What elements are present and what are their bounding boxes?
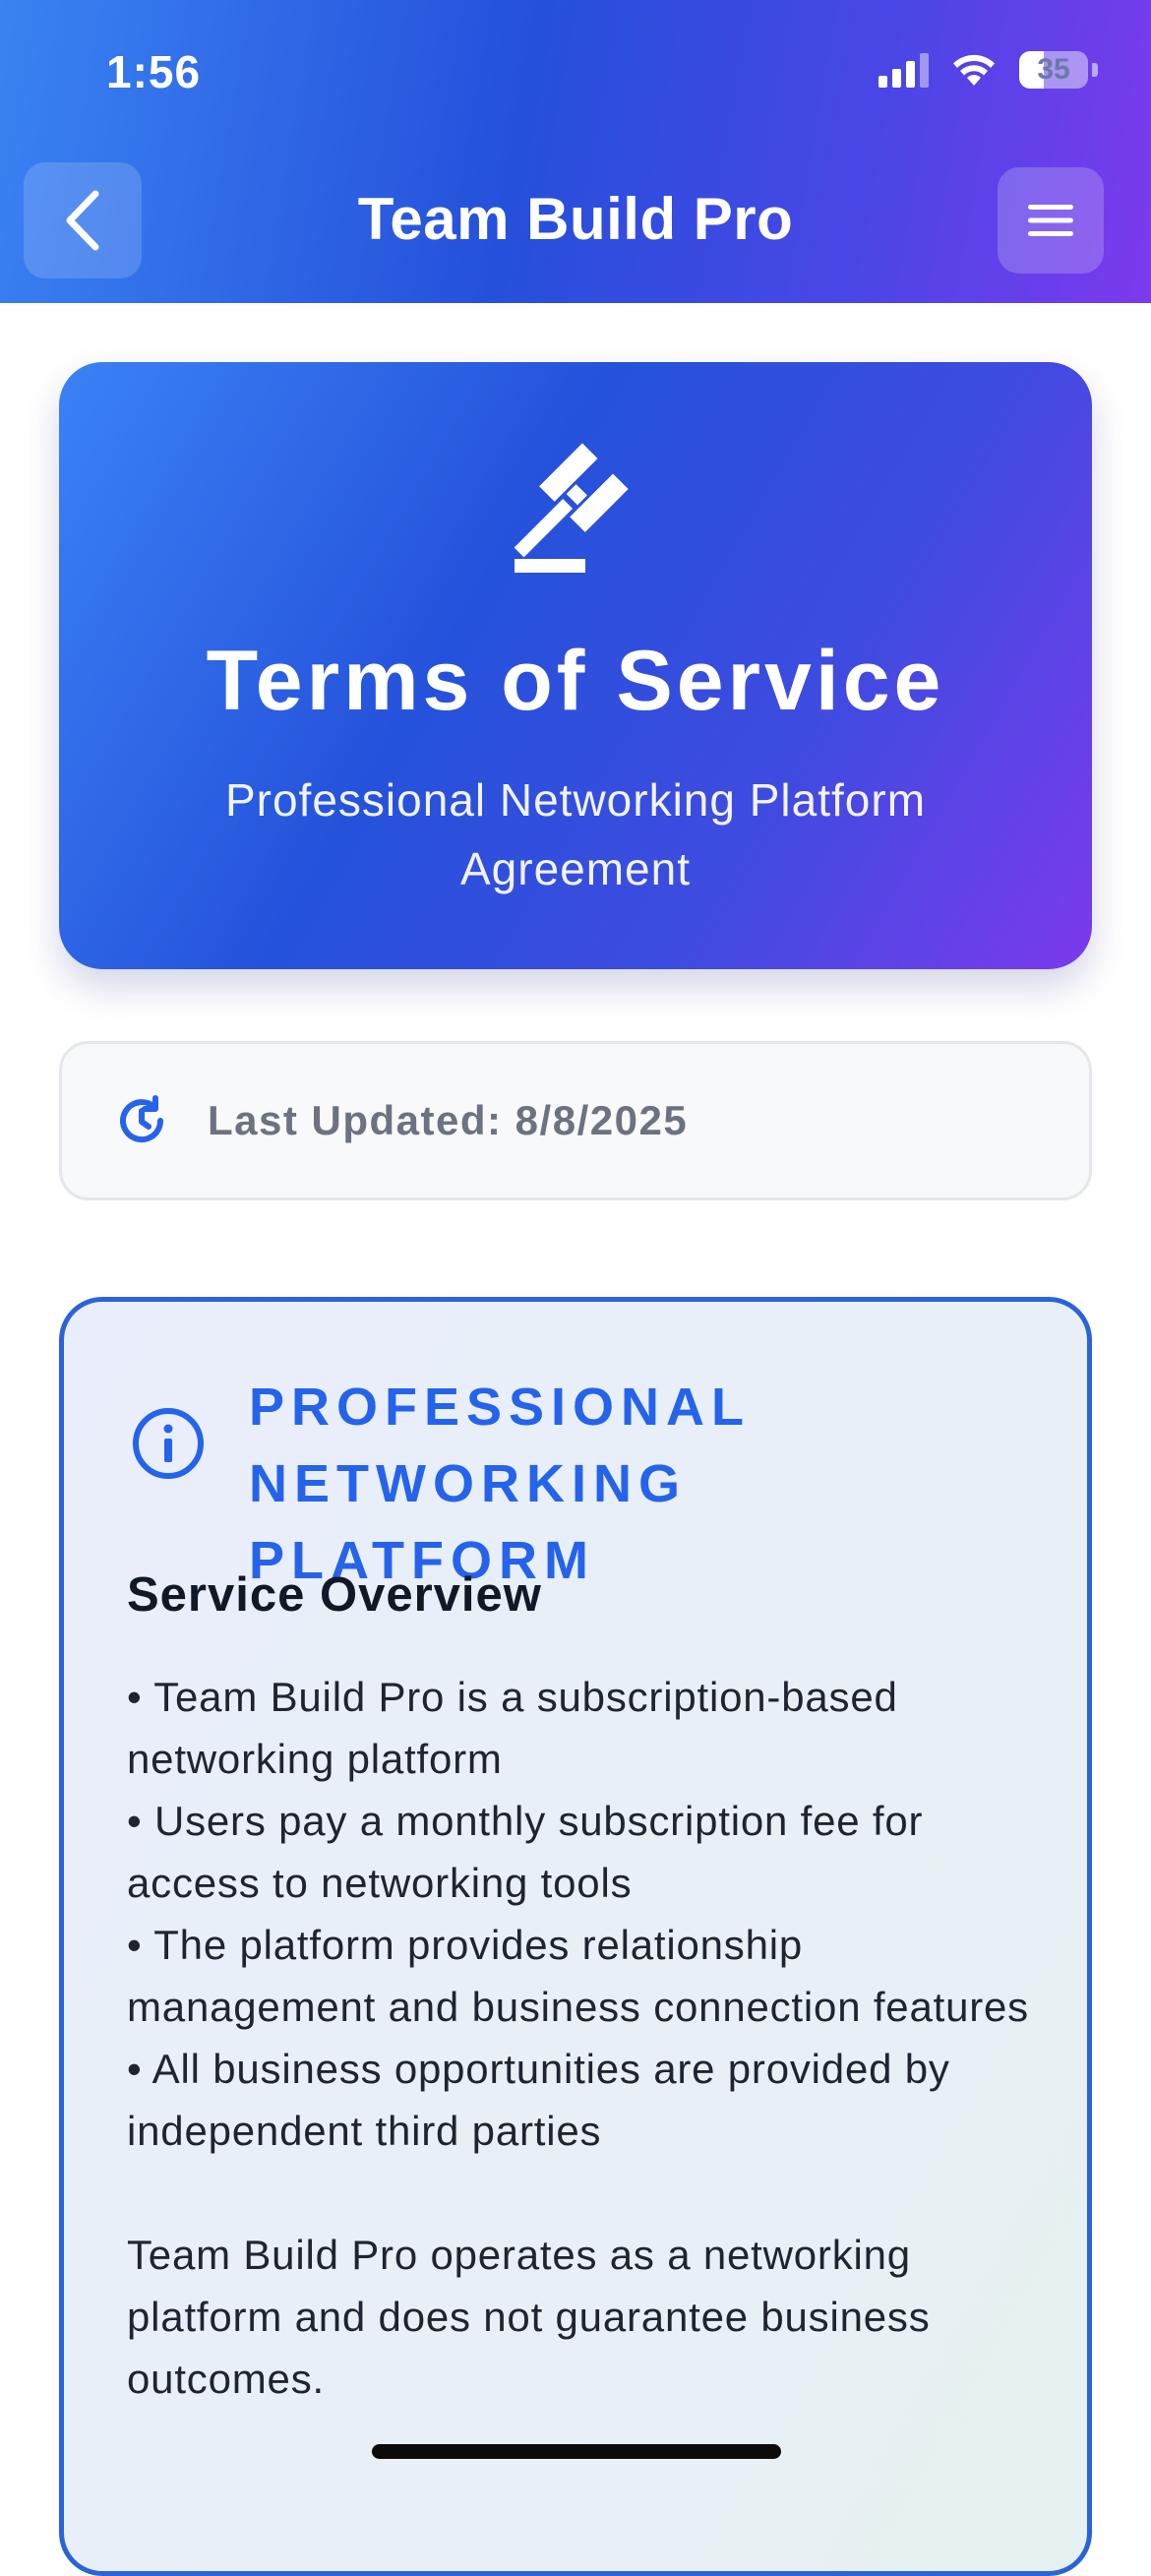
app-header: 1:56 35 Team Build Pro xyxy=(0,0,1151,303)
header-title: Team Build Pro xyxy=(357,186,794,252)
section-paragraph: Team Build Pro operates as a networking … xyxy=(127,2232,931,2402)
info-circle-icon xyxy=(133,1408,204,1479)
page-subtitle: Professional Networking Platform Agreeme… xyxy=(224,774,927,894)
battery-icon: 35 xyxy=(1019,51,1088,89)
list-item: • Team Build Pro is a subscription-based… xyxy=(127,1674,898,1782)
last-updated-banner: Last Updated: 8/8/2025 xyxy=(59,1041,1092,1200)
platform-section-card: PROFESSIONAL NETWORKING PLATFORM Service… xyxy=(59,1297,1092,2576)
menu-button[interactable] xyxy=(998,167,1104,274)
status-icons: 35 xyxy=(878,51,1098,89)
list-item: • All business opportunities are provide… xyxy=(127,2046,950,2154)
battery-level: 35 xyxy=(1037,53,1070,86)
list-item: • The platform provides relationship man… xyxy=(127,1922,1029,2030)
last-updated-text: Last Updated: 8/8/2025 xyxy=(208,1097,689,1143)
cellular-signal-icon xyxy=(878,52,929,88)
history-clock-icon xyxy=(120,1095,164,1143)
hamburger-menu-icon xyxy=(1028,205,1073,236)
page-title: Terms of Service xyxy=(206,634,945,728)
section-header: PROFESSIONAL NETWORKING PLATFORM xyxy=(131,1369,1036,1599)
status-time: 1:56 xyxy=(106,46,202,97)
terms-hero-card: Terms of Service Professional Networking… xyxy=(59,362,1092,969)
section-title: PROFESSIONAL NETWORKING PLATFORM xyxy=(249,1378,751,1590)
list-item: • Users pay a monthly subscription fee f… xyxy=(127,1798,924,1906)
section-heading: Service Overview xyxy=(127,1568,542,1622)
gavel-icon xyxy=(514,443,629,573)
wifi-icon xyxy=(953,54,995,86)
battery-cap xyxy=(1092,63,1098,77)
section-body: • Team Build Pro is a subscription-based… xyxy=(127,1666,1061,2410)
home-indicator[interactable] xyxy=(372,2444,781,2459)
